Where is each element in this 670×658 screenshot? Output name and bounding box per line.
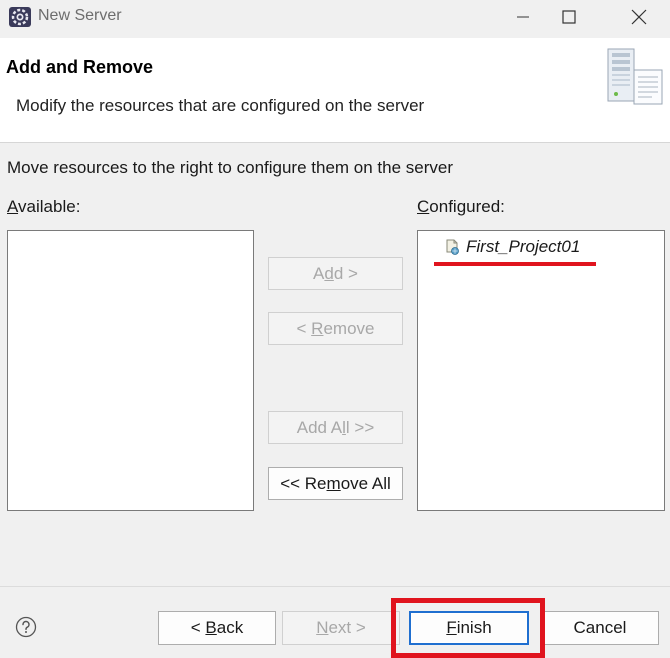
close-icon [631,9,647,25]
eclipse-gear-icon [8,6,32,28]
remove-button[interactable]: < Remove [268,312,403,345]
cancel-button[interactable]: Cancel [541,611,659,645]
web-project-icon [444,239,460,255]
available-label: Available: [7,197,81,216]
highlight-underline [434,262,596,266]
footer-divider [0,586,670,587]
add-button[interactable]: Add > [268,257,403,290]
maximize-button[interactable] [546,0,592,34]
highlight-box [391,598,545,658]
add-all-button[interactable]: Add All >> [268,411,403,444]
page-title: Add and Remove [6,57,154,77]
project-label: First_Project01 [466,237,581,256]
wizard-header: Add and Remove Modify the resources that… [0,38,670,143]
server-document-icon [604,46,666,106]
window-title: New Server [38,7,122,24]
remove-all-button[interactable]: << Re m ove All [268,467,403,500]
list-item[interactable]: First_Project01 [444,236,580,258]
configured-label: Configured: [417,197,505,216]
page-description: Modify the resources that are configured… [16,96,425,115]
instruction-text: Move resources to the right to configure… [7,158,454,177]
available-list[interactable] [7,230,254,511]
configured-list[interactable] [417,230,665,511]
back-button[interactable]: < Back [158,611,276,645]
next-button[interactable]: Next > [282,611,400,645]
help-icon[interactable] [15,616,37,638]
close-button[interactable] [616,0,662,34]
minimize-button[interactable] [500,0,546,34]
